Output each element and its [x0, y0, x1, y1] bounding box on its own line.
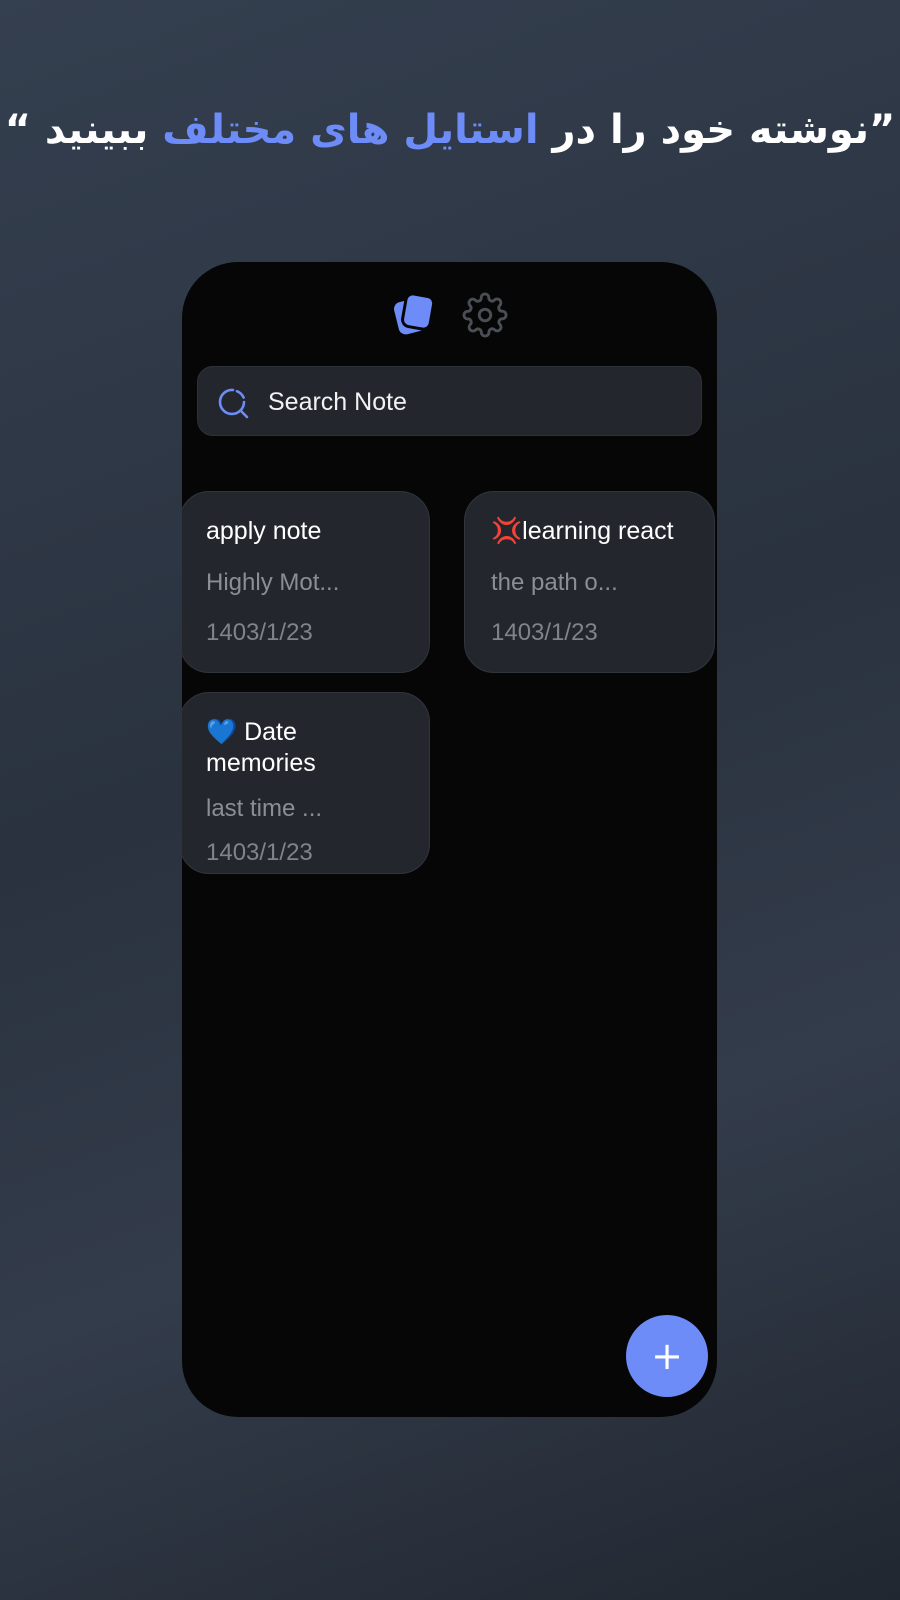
search-bar[interactable]: [197, 366, 702, 437]
add-note-button[interactable]: +: [626, 1315, 708, 1397]
note-title: 💙 Date memories: [206, 717, 403, 779]
headline-open-quote: ”: [869, 107, 896, 153]
search-input[interactable]: [266, 367, 690, 437]
note-title-text: apply note: [206, 517, 322, 545]
headline-part1: نوشته خود را در: [538, 107, 870, 153]
note-preview: Highly Mot...: [206, 569, 340, 596]
note-emoji: 💙: [206, 718, 238, 746]
note-preview: the path o...: [491, 569, 618, 596]
notes-stack-icon[interactable]: [392, 292, 436, 336]
note-date: 1403/1/23: [206, 839, 313, 866]
note-card[interactable]: 💢learning react the path o... 1403/1/23: [464, 491, 715, 673]
top-toolbar: [182, 292, 717, 340]
note-date: 1403/1/23: [491, 619, 598, 646]
note-title: 💢learning react: [491, 516, 688, 547]
plus-icon: +: [651, 1334, 683, 1378]
headline: ”نوشته خود را در استایل های مختلف ببینید…: [0, 92, 900, 168]
note-card[interactable]: apply note Highly Mot... 1403/1/23: [182, 491, 430, 673]
note-card[interactable]: 💙 Date memories last time ... 1403/1/23: [182, 692, 430, 874]
gear-icon[interactable]: [462, 292, 508, 338]
note-date: 1403/1/23: [206, 619, 313, 646]
phone-screen: apply note Highly Mot... 1403/1/23 💢lear…: [182, 262, 717, 1417]
note-title: apply note: [206, 516, 403, 547]
headline-part2: ببینید: [44, 107, 163, 153]
headline-accent: استایل های مختلف: [162, 107, 539, 153]
note-title-text: learning react: [522, 517, 674, 545]
note-preview: last time ...: [206, 795, 323, 822]
note-emoji: 💢: [491, 517, 523, 545]
headline-close-quote: “: [4, 107, 45, 153]
search-icon: [216, 385, 252, 421]
